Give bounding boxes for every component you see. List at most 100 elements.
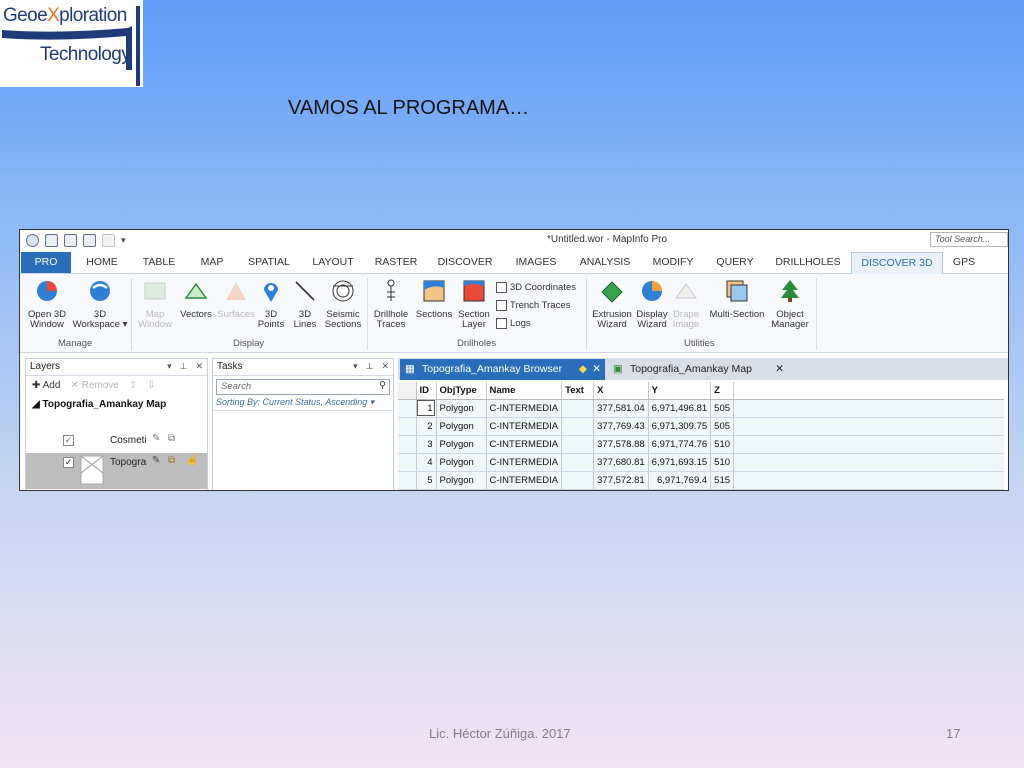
search-icon[interactable]: ⚲ (379, 380, 386, 391)
tab-browser[interactable]: ▦ Topografia_Amankay Browser ◆ ✕ (400, 359, 605, 380)
close-icon[interactable]: ✕ (592, 359, 601, 380)
tasks-sort-dropdown[interactable]: Sorting By: Current Status, Ascending ▾ (213, 395, 393, 411)
tab-images[interactable]: IMAGES (508, 252, 564, 273)
table-cell[interactable]: Polygon (436, 453, 487, 472)
row-selector[interactable] (398, 417, 417, 436)
tab-query[interactable]: QUERY (710, 252, 760, 273)
sections-button[interactable]: Sections (414, 278, 454, 320)
display-wizard-button[interactable]: Display Wizard (634, 278, 670, 330)
tab-modify[interactable]: MODIFY (646, 252, 700, 273)
table-cell[interactable]: 3 (416, 435, 437, 454)
table-cell[interactable]: 6,971,309.75 (648, 417, 712, 436)
table-cell[interactable]: 377,578.88 (593, 435, 649, 454)
table-cell[interactable]: 505 (710, 399, 735, 418)
vectors-button[interactable]: Vectors (176, 278, 216, 320)
layer-row-cosmetic[interactable]: ✓ Cosmeti ✎ ⧉ (26, 431, 207, 451)
table-row[interactable]: 5 Polygon C-INTERMEDIA 377,572.81 6,971,… (398, 471, 1004, 490)
selectable-icon[interactable]: ☝ (186, 455, 198, 466)
row-selector[interactable] (398, 399, 417, 418)
open-3d-window-button[interactable]: Open 3D Window (24, 278, 70, 330)
layer-visibility-checkbox[interactable]: ✓ (63, 435, 74, 446)
row-selector[interactable] (398, 435, 417, 454)
column-header[interactable]: Z (710, 382, 735, 400)
tab-spatial[interactable]: SPATIAL (242, 252, 296, 273)
table-cell[interactable]: C-INTERMEDIA (486, 471, 563, 490)
table-cell[interactable]: 505 (710, 417, 735, 436)
table-row[interactable]: 3 Polygon C-INTERMEDIA 377,578.88 6,971,… (398, 435, 1004, 454)
drillhole-traces-button[interactable]: Drillhole Traces (370, 278, 412, 330)
move-down-icon[interactable]: ⇩ (147, 380, 155, 391)
table-cell[interactable]: 4 (416, 453, 437, 472)
tab-discover[interactable]: DISCOVER (432, 252, 498, 273)
remove-layer-button[interactable]: ✕ Remove (70, 380, 118, 391)
tab-discover-3d[interactable]: DISCOVER 3D (851, 252, 943, 274)
table-cell[interactable]: C-INTERMEDIA (486, 399, 563, 418)
table-cell[interactable]: 510 (710, 435, 735, 454)
extrusion-wizard-button[interactable]: Extrusion Wizard (590, 278, 634, 330)
table-cell[interactable]: 2 (416, 417, 437, 436)
drape-image-button[interactable]: Drape Image (670, 278, 702, 330)
logs-button[interactable]: Logs (496, 318, 531, 329)
column-header[interactable]: Y (648, 382, 712, 400)
pin-icon[interactable]: ⊥ (366, 361, 374, 372)
close-icon[interactable]: ✕ (381, 361, 389, 372)
column-header[interactable]: ObjType (436, 382, 487, 400)
column-header[interactable]: X (593, 382, 649, 400)
open-workspace-icon[interactable] (45, 234, 58, 247)
collapse-icon[interactable]: ◢ (32, 399, 40, 410)
pin-icon[interactable]: ◆ (579, 359, 587, 380)
tab-raster[interactable]: RASTER (370, 252, 422, 273)
dropdown-icon[interactable]: ▾ (353, 361, 358, 372)
table-cell[interactable]: Polygon (436, 399, 487, 418)
table-cell[interactable]: 377,581.04 (593, 399, 649, 418)
table-cell[interactable]: 377,769.43 (593, 417, 649, 436)
map-window-button[interactable]: Map Window (134, 278, 176, 330)
3d-coordinates-button[interactable]: 3D Coordinates (496, 282, 576, 293)
app-menu-icon[interactable] (26, 234, 39, 247)
tab-drillholes[interactable]: DRILLHOLES (770, 252, 846, 273)
surfaces-button[interactable]: Surfaces (216, 278, 256, 320)
close-icon[interactable]: ✕ (195, 361, 203, 372)
table-cell[interactable]: 377,680.81 (593, 453, 649, 472)
edit-pencil-icon[interactable]: ✎ (152, 433, 160, 444)
table-cell[interactable]: 6,971,769.4 (648, 471, 712, 490)
table-cell[interactable]: 5 (416, 471, 437, 490)
table-cell[interactable]: C-INTERMEDIA (486, 417, 563, 436)
edit-pencil-icon[interactable]: ✎ (152, 455, 160, 466)
map-layer-group[interactable]: ◢ Topografia_Amankay Map (26, 395, 207, 410)
layers-icon[interactable] (102, 234, 115, 247)
table-cell[interactable] (561, 417, 595, 436)
table-cell[interactable]: Polygon (436, 435, 487, 454)
tab-map-window[interactable]: ▣ Topografia_Amankay Map ✕ (608, 359, 798, 380)
table-cell[interactable]: 510 (710, 453, 735, 472)
pin-icon[interactable]: ⊥ (180, 361, 188, 372)
close-table-icon[interactable] (83, 234, 96, 247)
3d-workspace-button[interactable]: 3D Workspace ▾ (72, 278, 128, 330)
seismic-sections-button[interactable]: Seismic Sections (322, 278, 364, 330)
table-cell[interactable]: 377,572.81 (593, 471, 649, 490)
column-header[interactable]: Name (486, 382, 563, 400)
table-cell[interactable]: 6,971,774.76 (648, 435, 712, 454)
row-selector[interactable] (398, 471, 417, 490)
table-cell[interactable] (561, 453, 595, 472)
table-cell[interactable]: C-INTERMEDIA (486, 453, 563, 472)
tab-table[interactable]: TABLE (136, 252, 182, 273)
trench-traces-button[interactable]: Trench Traces (496, 300, 570, 311)
tab-home[interactable]: HOME (78, 252, 126, 273)
table-row[interactable]: 2 Polygon C-INTERMEDIA 377,769.43 6,971,… (398, 417, 1004, 436)
close-icon[interactable]: ✕ (775, 359, 784, 380)
layer-visibility-checkbox[interactable]: ✓ (63, 457, 74, 468)
table-cell[interactable] (561, 471, 595, 490)
row-selector[interactable] (398, 453, 417, 472)
customize-toolbar-icon[interactable]: ▾ (121, 234, 126, 247)
label-icon[interactable]: ⧉ (168, 433, 175, 444)
tab-layout[interactable]: LAYOUT (306, 252, 360, 273)
tab-analysis[interactable]: ANALYSIS (574, 252, 636, 273)
tool-search-input[interactable]: Tool Search... (930, 232, 1008, 247)
tab-gps[interactable]: GPS (948, 252, 980, 273)
layer-row-topografia[interactable]: ✓ Topogra ✎ ⧉ ☝ (26, 453, 207, 489)
object-manager-button[interactable]: Object Manager (768, 278, 812, 330)
table-cell[interactable] (561, 435, 595, 454)
table-row[interactable]: 1 Polygon C-INTERMEDIA 377,581.04 6,971,… (398, 399, 1004, 418)
tab-map[interactable]: MAP (192, 252, 232, 273)
